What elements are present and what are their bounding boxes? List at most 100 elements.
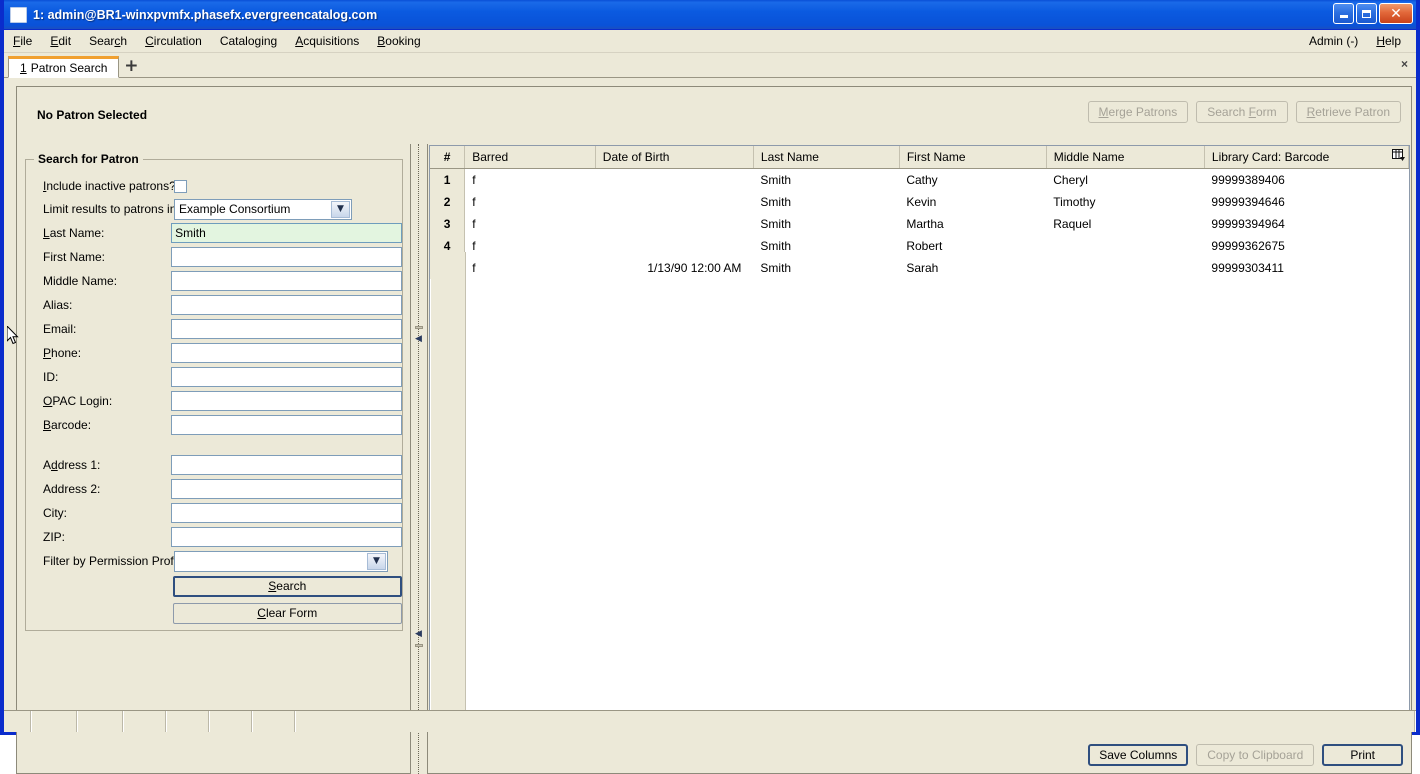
- row-phone: Phone:: [26, 341, 402, 365]
- print-button[interactable]: Print: [1322, 744, 1403, 766]
- merge-patrons-button[interactable]: Merge Patrons: [1087, 101, 1189, 123]
- cell-first-name: Martha: [899, 213, 1047, 235]
- close-tab-button[interactable]: ×: [1401, 57, 1408, 71]
- row-number: 2: [430, 191, 466, 213]
- table-row[interactable]: 1 f Smith Cathy Cheryl 99999389406: [430, 168, 1409, 191]
- column-header-last-name[interactable]: Last Name: [753, 146, 900, 169]
- clear-form-button[interactable]: Clear Form: [172, 602, 402, 624]
- city-input[interactable]: [171, 503, 402, 523]
- collapse-right-icon[interactable]: ◀: [414, 630, 423, 639]
- zip-label: ZIP:: [43, 530, 66, 544]
- include-inactive-checkbox[interactable]: [174, 179, 187, 193]
- results-action-buttons: Save Columns Copy to Clipboard Print: [1088, 744, 1403, 766]
- column-header-middle-name[interactable]: Middle Name: [1046, 146, 1205, 169]
- middle-name-label: Middle Name:: [43, 274, 118, 288]
- collapse-left-icon[interactable]: ◀: [414, 335, 423, 344]
- menu-circulation[interactable]: Circulation: [136, 31, 211, 51]
- cell-barcode: 99999394646: [1204, 191, 1409, 213]
- limit-results-select[interactable]: Example Consortium ▼: [174, 198, 352, 220]
- menu-edit[interactable]: Edit: [41, 31, 80, 51]
- cell-last-name: Smith: [753, 213, 900, 235]
- cell-date-of-birth: [595, 213, 754, 235]
- menu-cataloging[interactable]: Cataloging: [211, 31, 286, 51]
- table-row[interactable]: 4 f Smith Robert 99999362675: [430, 235, 1409, 257]
- last-name-label: Last Name:: [43, 226, 105, 240]
- new-tab-button[interactable]: +: [119, 55, 143, 77]
- email-input[interactable]: [171, 319, 402, 339]
- opac-login-input[interactable]: [171, 391, 402, 411]
- close-icon: ✕: [1390, 5, 1402, 22]
- cell-first-name: Kevin: [899, 191, 1047, 213]
- app-window-icon: [10, 6, 27, 23]
- column-header-first-name[interactable]: First Name: [899, 146, 1047, 169]
- retrieve-patron-button[interactable]: Retrieve Patron: [1295, 101, 1401, 123]
- application-window: 1: admin@BR1-winxpvmfx.phasefx.evergreen…: [0, 0, 1420, 774]
- zip-input[interactable]: [171, 527, 402, 547]
- splitter-grip: [418, 144, 419, 774]
- cell-date-of-birth: [595, 168, 754, 191]
- close-window-button[interactable]: ✕: [1379, 3, 1413, 24]
- address-1-input[interactable]: [171, 455, 402, 475]
- table-row[interactable]: 3 f Smith Martha Raquel 99999394964: [430, 213, 1409, 235]
- last-name-input[interactable]: [171, 223, 402, 243]
- cell-barred: f: [464, 191, 596, 213]
- limit-results-label: Limit results to patrons in: [43, 202, 177, 216]
- minimize-button[interactable]: [1333, 3, 1354, 24]
- table-row[interactable]: 5 f 1/13/90 12:00 AM Smith Sarah 9999930…: [430, 257, 1409, 279]
- column-header-library-card-barcode[interactable]: Library Card: Barcode: [1204, 146, 1409, 169]
- menu-edit-rest: dit: [58, 34, 72, 48]
- copy-to-clipboard-button[interactable]: Copy to Clipboard: [1196, 744, 1315, 766]
- search-button-label: Search: [268, 579, 307, 593]
- table-body: 1 f Smith Cathy Cheryl 99999389406 2 f S…: [430, 168, 1409, 279]
- barcode-input[interactable]: [171, 415, 402, 435]
- middle-name-input[interactable]: [171, 271, 402, 291]
- table-row[interactable]: 2 f Smith Kevin Timothy 99999394646: [430, 191, 1409, 213]
- status-cell-7: [253, 711, 296, 732]
- first-name-input[interactable]: [171, 247, 402, 267]
- menu-booking[interactable]: Booking: [368, 31, 429, 51]
- row-email: Email:: [26, 317, 402, 341]
- menu-acquisitions[interactable]: Acquisitions: [286, 31, 368, 51]
- chevron-down-icon: ▼: [367, 552, 386, 570]
- cell-last-name: Smith: [753, 168, 900, 191]
- cell-middle-name: [1046, 235, 1205, 257]
- alias-input[interactable]: [171, 295, 402, 315]
- search-fieldset-legend: Search for Patron: [34, 152, 143, 166]
- window-controls: ✕: [1333, 3, 1413, 24]
- tab-patron-search[interactable]: 1 Patron Search: [8, 56, 120, 78]
- results-row-number-gutter: [431, 252, 466, 725]
- client-area: No Patron Selected Merge Patrons Search …: [4, 78, 1416, 774]
- menu-help[interactable]: Help: [1367, 31, 1410, 51]
- column-header-number[interactable]: #: [430, 146, 466, 169]
- id-input[interactable]: [171, 367, 402, 387]
- status-cell-6: [210, 711, 253, 732]
- column-picker-icon[interactable]: [1391, 148, 1407, 163]
- pane-splitter[interactable]: ◀ ◀: [411, 144, 427, 774]
- row-address-2: Address 2:: [26, 477, 402, 501]
- column-header-date-of-birth[interactable]: Date of Birth: [595, 146, 754, 169]
- chevron-down-icon: ▼: [331, 200, 350, 218]
- menu-search[interactable]: Search: [80, 31, 136, 51]
- patron-action-buttons: Merge Patrons Search Form Retrieve Patro…: [1087, 101, 1401, 123]
- address-2-input[interactable]: [171, 479, 402, 499]
- menu-admin-label: Admin (-): [1308, 34, 1359, 48]
- column-header-barred[interactable]: Barred: [464, 146, 596, 169]
- row-zip: ZIP:: [26, 525, 402, 549]
- email-label: Email:: [43, 322, 77, 336]
- row-limit-results: Limit results to patrons in Example Cons…: [26, 197, 402, 221]
- search-button[interactable]: Search: [172, 575, 402, 597]
- maximize-button[interactable]: [1356, 3, 1377, 24]
- phone-input[interactable]: [171, 343, 402, 363]
- search-form-button[interactable]: Search Form: [1196, 101, 1288, 123]
- cell-barred: f: [464, 235, 596, 257]
- save-columns-button[interactable]: Save Columns: [1088, 744, 1189, 766]
- menu-admin[interactable]: Admin (-): [1300, 31, 1367, 51]
- cell-middle-name: Raquel: [1046, 213, 1205, 235]
- phone-label: Phone:: [43, 346, 82, 360]
- permission-profile-select[interactable]: ▼: [174, 550, 388, 572]
- city-label: City:: [43, 506, 67, 520]
- search-pane: Search for Patron Include inactive patro…: [16, 144, 411, 774]
- menu-file[interactable]: File: [4, 31, 41, 51]
- results-grid[interactable]: # Barred Date of Birth Last Name First N…: [429, 145, 1410, 727]
- cell-barred: f: [464, 168, 596, 191]
